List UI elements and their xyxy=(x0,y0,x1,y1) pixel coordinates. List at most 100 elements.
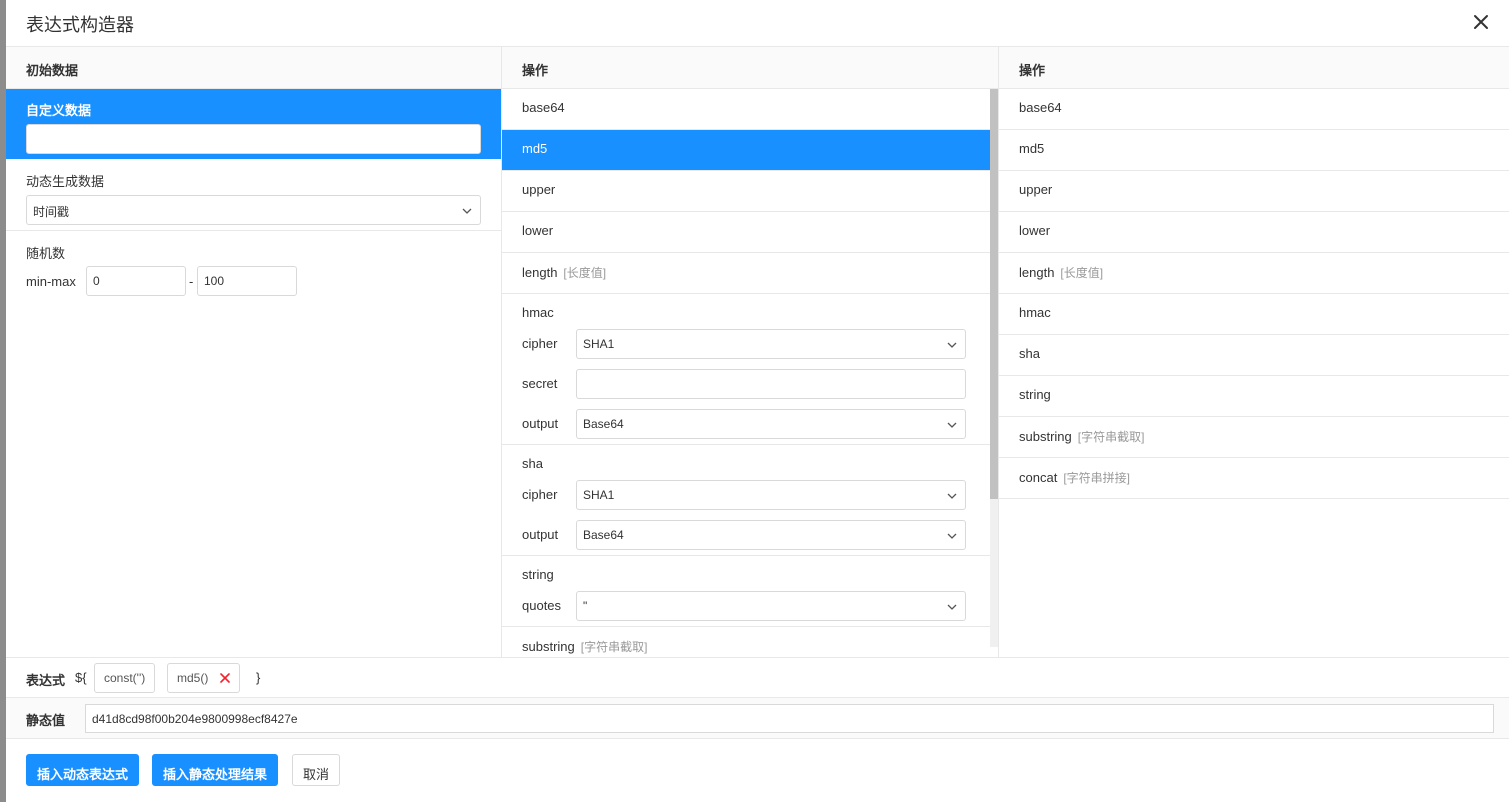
op-string[interactable]: string quotes " xyxy=(502,556,991,627)
sha-cipher-label: cipher xyxy=(522,487,558,502)
op-hint: [字符串截取] xyxy=(1077,430,1145,444)
dialog-header: 表达式构造器 xyxy=(6,0,1509,47)
op-hint: [长度值] xyxy=(1060,266,1104,280)
operations-column-secondary: 操作 base64 md5 upper lower length [长度值] hm… xyxy=(999,47,1509,657)
op-length[interactable]: length [长度值] xyxy=(502,253,991,294)
op-hmac[interactable]: hmac xyxy=(999,294,1509,335)
hmac-output-label: output xyxy=(522,416,559,431)
hmac-secret-input[interactable] xyxy=(576,369,966,399)
scrollbar-thumb[interactable] xyxy=(990,89,998,499)
dynamic-data-selected: 时间戳 xyxy=(33,205,70,219)
op-label: sha xyxy=(522,456,543,471)
operations-scrollbar[interactable] xyxy=(990,89,998,647)
custom-data-option[interactable]: 自定义数据 xyxy=(6,89,501,159)
op-upper[interactable]: upper xyxy=(999,171,1509,212)
custom-data-label: 自定义数据 xyxy=(26,103,92,118)
op-substring[interactable]: substring [字符串截取] xyxy=(999,417,1509,458)
hmac-output-select[interactable]: Base64 xyxy=(576,409,966,439)
op-upper[interactable]: upper xyxy=(502,171,991,212)
column-header: 初始数据 xyxy=(6,47,501,89)
hmac-cipher-select[interactable]: SHA1 xyxy=(576,329,966,359)
chevron-down-icon xyxy=(947,422,957,428)
chevron-down-icon xyxy=(462,208,472,214)
sha-output-value: Base64 xyxy=(583,528,624,542)
op-label: upper xyxy=(522,182,556,197)
static-value-row: 静态值 d41d8cd98f00b204e9800998ecf8427e xyxy=(6,698,1509,739)
expression-builder-dialog: 表达式构造器 初始数据 自定义数据 动态生成数据 时间戳 随机数 min-max xyxy=(6,0,1509,802)
sha-cipher-value: SHA1 xyxy=(583,488,615,502)
column-header: 操作 xyxy=(502,47,998,89)
expression-row: 表达式 ${ const('') md5() } xyxy=(6,657,1509,698)
chevron-down-icon xyxy=(947,493,957,499)
op-label: base64 xyxy=(522,100,565,115)
dynamic-data-label: 动态生成数据 xyxy=(26,174,105,189)
op-label: length xyxy=(522,265,558,280)
random-max-input[interactable]: 100 xyxy=(197,266,297,296)
op-label: substring xyxy=(522,639,575,654)
cancel-button[interactable]: 取消 xyxy=(292,754,341,786)
remove-icon[interactable] xyxy=(219,673,230,683)
operations-list-secondary: base64 md5 upper lower length [长度值] hmac … xyxy=(999,89,1509,499)
op-sha[interactable]: sha cipher SHA1 output Base64 xyxy=(502,445,991,556)
string-quotes-label: quotes xyxy=(522,598,562,613)
hmac-cipher-label: cipher xyxy=(522,336,558,351)
op-sha[interactable]: sha xyxy=(999,335,1509,376)
expression-close: } xyxy=(256,670,261,685)
op-label: lower xyxy=(522,223,554,238)
dynamic-data-select[interactable]: 时间戳 xyxy=(26,195,481,225)
op-label: length xyxy=(1019,265,1055,280)
op-hmac[interactable]: hmac cipher SHA1 secret output Base64 xyxy=(502,294,991,445)
initial-data-column: 初始数据 自定义数据 动态生成数据 时间戳 随机数 min-max 0 - 10… xyxy=(6,47,502,657)
dialog-footer: 插入动态表达式 插入静态处理结果 取消 xyxy=(6,739,1509,802)
range-dash: - xyxy=(189,274,194,289)
expression-chip-md5[interactable]: md5() xyxy=(167,663,240,693)
hmac-secret-label: secret xyxy=(522,376,558,391)
random-min-input[interactable]: 0 xyxy=(86,266,186,296)
operations-column: 操作 base64 md5 upper lower length [长度值] hm… xyxy=(502,47,999,657)
op-label: concat xyxy=(1019,470,1058,485)
op-label: substring xyxy=(1019,429,1072,444)
expression-chip-const[interactable]: const('') xyxy=(94,663,156,693)
dynamic-data-option[interactable]: 动态生成数据 时间戳 xyxy=(6,159,501,231)
op-label: md5 xyxy=(1019,141,1045,156)
sha-output-select[interactable]: Base64 xyxy=(576,520,966,550)
op-md5[interactable]: md5 xyxy=(999,130,1509,171)
chip-text: const('') xyxy=(104,671,146,685)
expression-label: 表达式 xyxy=(26,673,66,688)
op-string[interactable]: string xyxy=(999,376,1509,417)
string-quotes-select[interactable]: " xyxy=(576,591,966,621)
random-number-label: 随机数 xyxy=(26,246,66,261)
op-lower[interactable]: lower xyxy=(999,212,1509,253)
op-label: upper xyxy=(1019,182,1053,197)
expression-open: ${ xyxy=(75,670,87,685)
op-lower[interactable]: lower xyxy=(502,212,991,253)
op-hint: [字符串拼接] xyxy=(1063,471,1130,485)
random-number-option[interactable]: 随机数 min-max 0 - 100 xyxy=(6,231,501,311)
static-value-label: 静态值 xyxy=(26,713,66,728)
close-icon[interactable] xyxy=(1471,12,1491,32)
insert-dynamic-expression-button[interactable]: 插入动态表达式 xyxy=(26,754,140,786)
op-length[interactable]: length [长度值] xyxy=(999,253,1509,294)
op-base64[interactable]: base64 xyxy=(502,89,991,130)
operations-list[interactable]: base64 md5 upper lower length [长度值] hmac … xyxy=(502,89,991,657)
hmac-output-value: Base64 xyxy=(583,417,624,431)
op-concat[interactable]: concat [字符串拼接] xyxy=(999,458,1509,499)
op-base64[interactable]: base64 xyxy=(999,89,1509,130)
op-label: hmac xyxy=(1019,305,1051,320)
insert-static-result-button[interactable]: 插入静态处理结果 xyxy=(152,754,279,786)
hmac-cipher-value: SHA1 xyxy=(583,337,615,351)
chevron-down-icon xyxy=(947,533,957,539)
op-substring[interactable]: substring [字符串截取] xyxy=(502,627,991,657)
sha-cipher-select[interactable]: SHA1 xyxy=(576,480,966,510)
column-header: 操作 xyxy=(999,47,1509,89)
op-label: sha xyxy=(1019,346,1040,361)
op-label: lower xyxy=(1019,223,1051,238)
custom-data-input[interactable] xyxy=(26,124,481,154)
op-hint: [长度值] xyxy=(563,266,607,280)
op-md5[interactable]: md5 xyxy=(502,130,991,171)
op-label: base64 xyxy=(1019,100,1062,115)
sha-output-label: output xyxy=(522,527,559,542)
op-label: string xyxy=(522,567,554,582)
static-value-field[interactable]: d41d8cd98f00b204e9800998ecf8427e xyxy=(85,704,1494,733)
op-label: md5 xyxy=(522,141,548,156)
